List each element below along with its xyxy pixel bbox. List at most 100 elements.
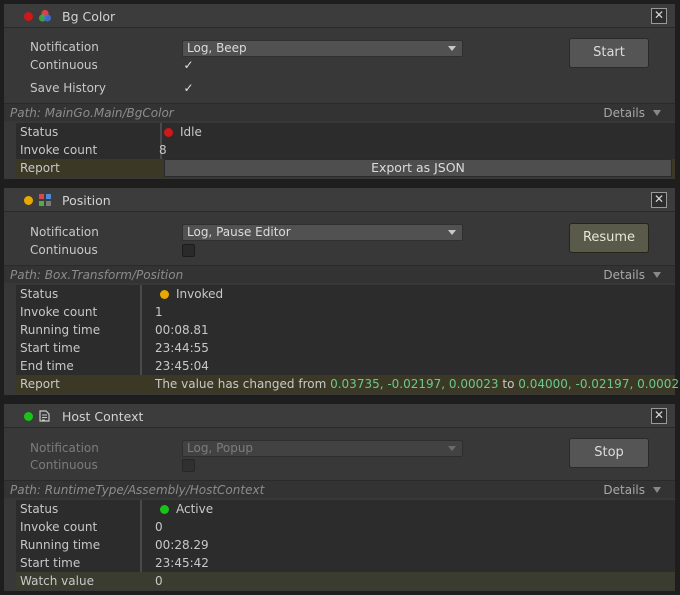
status-value: Active xyxy=(176,502,214,516)
continuous-checkbox xyxy=(182,459,195,472)
continuous-checkbox[interactable]: ✓ xyxy=(182,59,195,72)
invoke-count-value: 0 xyxy=(155,520,163,534)
path-bar: Path: Box.Transform/Position Details xyxy=(4,265,675,283)
invoke-count-value: 1 xyxy=(155,305,163,319)
save-history-checkbox[interactable]: ✓ xyxy=(182,82,195,95)
watch-panel-bg-color: Bg Color ✕ Notification Log, Beep Contin… xyxy=(4,4,675,179)
details-toggle[interactable]: Details xyxy=(603,483,645,497)
table-row: Watch value 0 xyxy=(16,572,675,590)
close-button[interactable]: ✕ xyxy=(651,192,667,208)
status-dot-red-icon xyxy=(24,12,33,21)
path-text: Path: RuntimeType/Assembly/HostContext xyxy=(10,483,265,497)
status-label: Status xyxy=(20,502,59,516)
path-text: Path: Box.Transform/Position xyxy=(10,268,184,282)
continuous-label: Continuous xyxy=(30,58,98,72)
start-time-value: 23:44:55 xyxy=(155,341,209,355)
start-time-label: Start time xyxy=(20,341,81,355)
panel-title: Host Context xyxy=(62,409,144,424)
report-label: Report xyxy=(20,161,60,175)
end-time-label: End time xyxy=(20,359,74,373)
running-time-value: 00:08.81 xyxy=(155,323,209,337)
report-prefix: The value has changed from xyxy=(155,377,331,391)
path-bar: Path: MainGo.Main/BgColor Details xyxy=(4,103,675,121)
table-row: Status Invoked xyxy=(16,285,675,303)
info-table: Status Invoked Invoke count 1 Running ti… xyxy=(16,285,680,393)
panel-header[interactable]: Host Context ✕ xyxy=(4,404,675,428)
table-row: End time 23:45:04 xyxy=(16,357,675,375)
running-time-label: Running time xyxy=(20,323,101,337)
watch-panel-position: Position ✕ Notification Log, Pause Edito… xyxy=(4,188,680,395)
close-button[interactable]: ✕ xyxy=(651,8,667,24)
start-button[interactable]: Start xyxy=(569,38,649,68)
table-row: Start time 23:44:55 xyxy=(16,339,675,357)
details-toggle[interactable]: Details xyxy=(603,106,645,120)
notification-value: Log, Beep xyxy=(187,41,247,55)
running-time-label: Running time xyxy=(20,538,101,552)
invoke-count-label: Invoke count xyxy=(20,305,98,319)
table-row: Running time 00:28.29 xyxy=(16,536,675,554)
details-toggle[interactable]: Details xyxy=(603,268,645,282)
export-json-button[interactable]: Export as JSON xyxy=(164,159,672,177)
continuous-checkbox[interactable] xyxy=(182,244,195,257)
notification-value: Log, Popup xyxy=(187,441,254,455)
invoke-count-label: Invoke count xyxy=(20,520,98,534)
continuous-label: Continuous xyxy=(30,243,98,257)
status-value: Idle xyxy=(180,125,202,139)
panel-title: Position xyxy=(62,193,111,208)
close-button[interactable]: ✕ xyxy=(651,408,667,424)
status-label: Status xyxy=(20,125,59,139)
running-time-value: 00:28.29 xyxy=(155,538,209,552)
status-dot-yellow-icon xyxy=(160,290,169,299)
report-value: The value has changed from 0.03735, -0.0… xyxy=(155,377,680,391)
report-label: Report xyxy=(20,377,60,391)
panel-header[interactable]: Position ✕ xyxy=(4,188,675,212)
status-dot-green-icon xyxy=(160,505,169,514)
notification-dropdown[interactable]: Log, Pause Editor xyxy=(182,224,463,241)
start-time-value: 23:45:42 xyxy=(155,556,209,570)
report-new-value: 0.04000, -0.02197, 0.00023 xyxy=(518,377,680,391)
report-old-value: 0.03735, -0.02197, 0.00023 xyxy=(330,377,499,391)
chevron-down-icon xyxy=(448,46,456,51)
info-table: Status Active Invoke count 0 Running tim… xyxy=(16,500,675,590)
notification-label: Notification xyxy=(30,441,99,455)
panel-header[interactable]: Bg Color ✕ xyxy=(4,4,675,28)
panel-title: Bg Color xyxy=(62,9,116,24)
table-row: Status Idle xyxy=(16,123,675,141)
table-row: Report The value has changed from 0.0373… xyxy=(16,375,680,393)
table-row: Running time 00:08.81 xyxy=(16,321,675,339)
invoke-count-label: Invoke count xyxy=(20,143,98,157)
details-arrow-icon[interactable] xyxy=(653,272,661,278)
resume-button[interactable]: Resume xyxy=(569,223,649,253)
notification-label: Notification xyxy=(30,40,99,54)
path-text: Path: MainGo.Main/BgColor xyxy=(10,106,174,120)
color-wheel-icon xyxy=(38,9,52,22)
info-table: Status Idle Invoke count 8 Report Export… xyxy=(16,123,675,177)
status-dot-red-icon xyxy=(164,128,173,137)
table-row: Invoke count 1 xyxy=(16,303,675,321)
stop-button[interactable]: Stop xyxy=(569,438,649,468)
watch-value-value: 0 xyxy=(155,574,163,588)
notification-dropdown[interactable]: Log, Beep xyxy=(182,40,463,57)
transform-icon xyxy=(39,194,51,206)
table-row: Status Active xyxy=(16,500,675,518)
status-value: Invoked xyxy=(176,287,224,301)
status-label: Status xyxy=(20,287,59,301)
path-bar: Path: RuntimeType/Assembly/HostContext D… xyxy=(4,480,675,498)
watch-panel-host-context: Host Context ✕ Notification Log, Popup C… xyxy=(4,404,675,591)
save-history-label: Save History xyxy=(30,81,106,95)
table-row: Report Export as JSON xyxy=(16,159,675,177)
notification-value: Log, Pause Editor xyxy=(187,225,291,239)
status-dot-green-icon xyxy=(24,412,33,421)
start-time-label: Start time xyxy=(20,556,81,570)
continuous-label: Continuous xyxy=(30,458,98,472)
details-arrow-icon[interactable] xyxy=(653,487,661,493)
chevron-down-icon xyxy=(448,446,456,451)
notification-dropdown: Log, Popup xyxy=(182,440,463,457)
end-time-value: 23:45:04 xyxy=(155,359,209,373)
chevron-down-icon xyxy=(448,230,456,235)
watch-value-label: Watch value xyxy=(20,574,94,588)
table-row: Start time 23:45:42 xyxy=(16,554,675,572)
script-icon xyxy=(39,410,50,422)
details-arrow-icon[interactable] xyxy=(653,110,661,116)
notification-label: Notification xyxy=(30,225,99,239)
